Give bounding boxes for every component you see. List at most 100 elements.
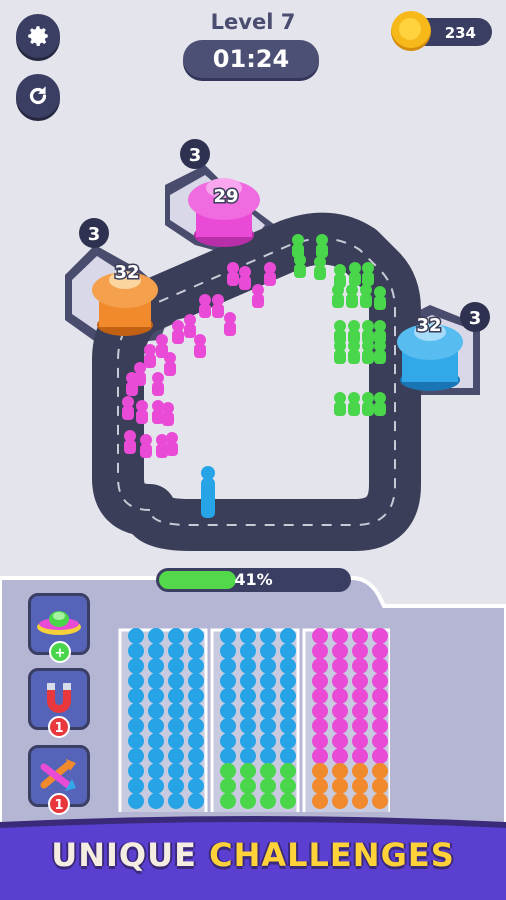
column-figure xyxy=(260,763,276,779)
column-figure xyxy=(168,673,184,689)
station-count-blue: 32 xyxy=(416,315,441,336)
column-figure xyxy=(332,733,348,749)
column-figure xyxy=(188,793,204,809)
column-figure xyxy=(148,748,164,764)
column-figure xyxy=(312,658,328,674)
column-figure xyxy=(260,658,276,674)
banner-word-unique: UNIQUE xyxy=(51,836,197,874)
column-figure xyxy=(240,673,256,689)
column-figure xyxy=(372,688,388,704)
booster-magnet-badge: 1 xyxy=(48,716,70,738)
column-figure xyxy=(372,748,388,764)
column-figure xyxy=(168,793,184,809)
column-figure xyxy=(372,733,388,749)
column-figure xyxy=(168,748,184,764)
column-figure xyxy=(280,763,296,779)
column-figure xyxy=(280,628,296,644)
column-figure xyxy=(332,718,348,734)
column-figure xyxy=(128,628,144,644)
column-figure xyxy=(148,688,164,704)
column-figure xyxy=(260,703,276,719)
column-figure xyxy=(312,688,328,704)
column-figure xyxy=(148,778,164,794)
column-figure xyxy=(220,628,236,644)
column-figure xyxy=(240,628,256,644)
column-figure xyxy=(128,643,144,659)
banner-word-challenges: CHALLENGES xyxy=(209,836,455,874)
column-figure xyxy=(220,793,236,809)
column-figure xyxy=(372,778,388,794)
crowd-blue xyxy=(201,466,215,518)
column-figure xyxy=(260,688,276,704)
queue-badge-pink: 3 xyxy=(189,145,202,166)
column-figure xyxy=(372,793,388,809)
column-figure xyxy=(128,703,144,719)
column-figure xyxy=(280,643,296,659)
column-figure xyxy=(280,778,296,794)
column-figure xyxy=(220,688,236,704)
column-figure xyxy=(220,673,236,689)
column-figure xyxy=(188,703,204,719)
column-figure xyxy=(220,748,236,764)
game-board[interactable]: 29 32 32 3 3 3 xyxy=(0,0,506,560)
station-count-orange: 32 xyxy=(114,262,139,283)
booster-add-badge[interactable]: + xyxy=(49,641,71,663)
column-figure xyxy=(188,763,204,779)
crowd-columns xyxy=(118,628,390,812)
column-figure xyxy=(148,733,164,749)
column-figure xyxy=(332,658,348,674)
column-figure xyxy=(332,748,348,764)
column-figure xyxy=(372,643,388,659)
column-figure xyxy=(240,703,256,719)
column-figure xyxy=(148,643,164,659)
column-figure xyxy=(168,763,184,779)
column-figure xyxy=(220,733,236,749)
column-figure xyxy=(148,703,164,719)
column-figure xyxy=(128,748,144,764)
column-figure xyxy=(312,703,328,719)
progress-label: 41% xyxy=(234,570,273,589)
column-figure xyxy=(220,643,236,659)
column-figure xyxy=(128,778,144,794)
column-figure xyxy=(188,778,204,794)
column-figure xyxy=(128,658,144,674)
column-figure xyxy=(240,643,256,659)
ufo-icon xyxy=(37,611,81,635)
column-figure xyxy=(280,748,296,764)
column-figure xyxy=(332,703,348,719)
column-figure xyxy=(352,763,368,779)
column-figure xyxy=(188,628,204,644)
column-figure xyxy=(280,718,296,734)
column-figure xyxy=(260,793,276,809)
column-figure xyxy=(372,658,388,674)
column-figure xyxy=(240,793,256,809)
column-figure xyxy=(168,628,184,644)
column-figure xyxy=(128,733,144,749)
column-figure xyxy=(312,748,328,764)
station-count-pink: 29 xyxy=(213,186,238,207)
column-figure xyxy=(220,658,236,674)
column-figure xyxy=(240,658,256,674)
column-figure xyxy=(168,733,184,749)
column-figure xyxy=(372,673,388,689)
column-figure xyxy=(280,658,296,674)
column-figure xyxy=(312,643,328,659)
column-figure xyxy=(148,628,164,644)
column-figure xyxy=(128,673,144,689)
column-figure xyxy=(148,718,164,734)
column-figure xyxy=(312,778,328,794)
column-figure xyxy=(128,793,144,809)
column-figure xyxy=(280,793,296,809)
queue-badge-blue: 3 xyxy=(469,308,482,329)
column-figure xyxy=(240,778,256,794)
column-figure xyxy=(188,658,204,674)
column-figure xyxy=(352,778,368,794)
column-figure xyxy=(220,703,236,719)
column-figure xyxy=(332,763,348,779)
column-figure xyxy=(280,733,296,749)
column-figure xyxy=(148,673,164,689)
column-figure xyxy=(352,658,368,674)
column-figure xyxy=(312,733,328,749)
column-figure xyxy=(260,628,276,644)
column-figure xyxy=(240,763,256,779)
